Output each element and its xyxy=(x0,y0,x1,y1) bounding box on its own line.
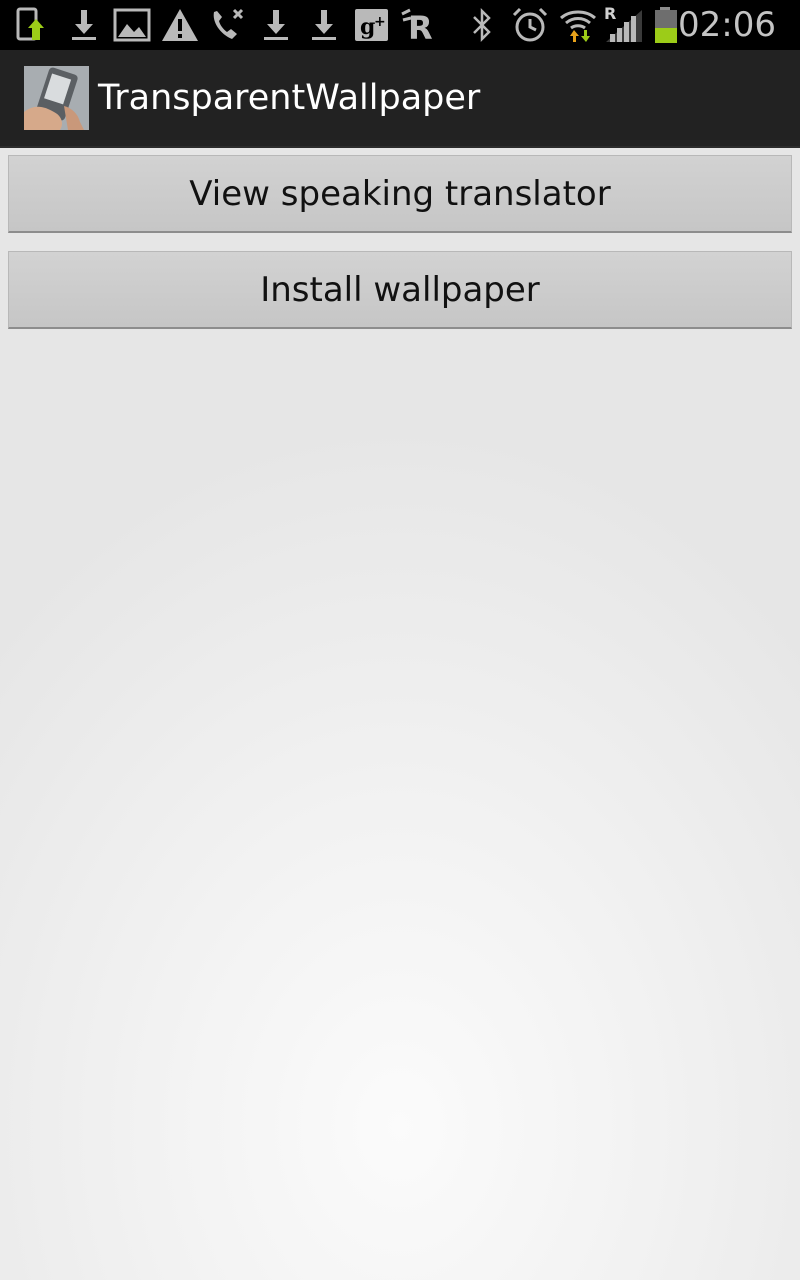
action-bar: TransparentWallpaper xyxy=(0,50,800,148)
battery-icon xyxy=(646,6,680,44)
warning-icon xyxy=(160,6,200,44)
r-app-icon: R xyxy=(400,6,440,44)
status-bar: g + R R 02:06 xyxy=(0,0,800,50)
bluetooth-icon xyxy=(462,6,502,44)
wifi-icon xyxy=(558,6,598,44)
download-icon xyxy=(64,6,104,44)
download-icon xyxy=(304,6,344,44)
signal-icon xyxy=(604,6,644,44)
view-speaking-translator-button[interactable]: View speaking translator xyxy=(8,155,792,233)
missed-call-icon xyxy=(208,6,248,44)
status-clock: 02:06 xyxy=(678,5,776,45)
svg-text:+: + xyxy=(374,14,386,30)
app-logo-icon[interactable] xyxy=(24,66,89,130)
svg-text:R: R xyxy=(408,9,433,44)
phone-update-icon xyxy=(12,6,52,44)
image-icon xyxy=(112,6,152,44)
google-plus-icon: g + xyxy=(352,6,392,44)
alarm-icon xyxy=(510,6,550,44)
install-wallpaper-button[interactable]: Install wallpaper xyxy=(8,251,792,329)
download-icon xyxy=(256,6,296,44)
app-title: TransparentWallpaper xyxy=(98,78,481,118)
